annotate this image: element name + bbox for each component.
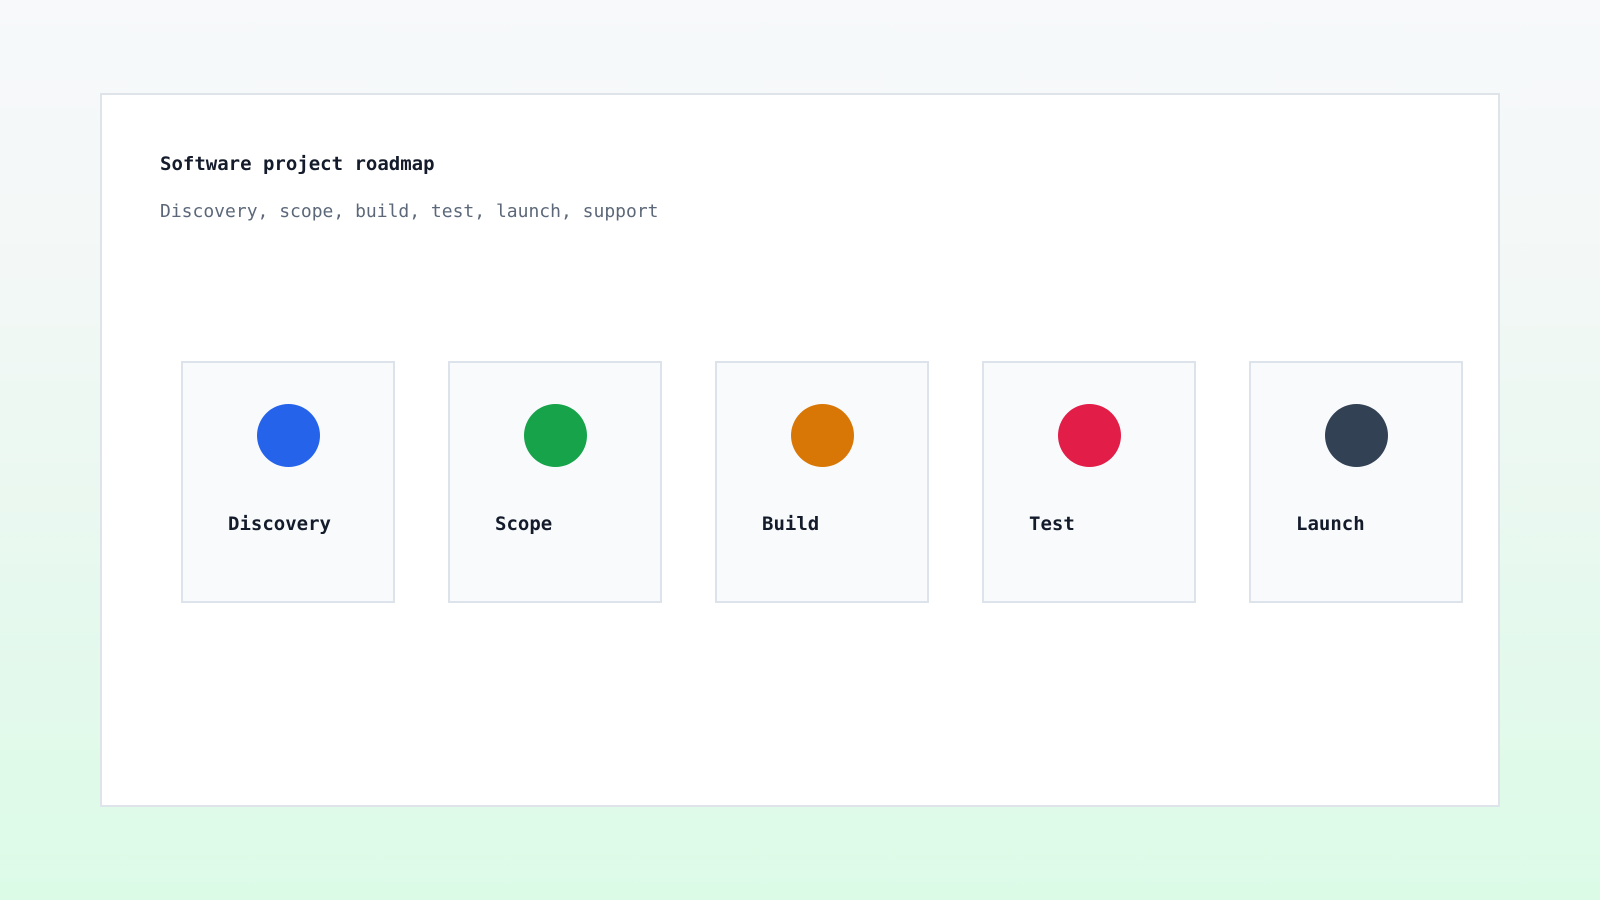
stage-dot-launch — [1325, 404, 1388, 467]
roadmap-panel: Software project roadmap Discovery, scop… — [100, 93, 1500, 807]
stage-label-build: Build — [762, 513, 820, 535]
stage-dot-scope — [524, 404, 587, 467]
stage-label-discovery: Discovery — [228, 513, 331, 535]
stage-label-scope: Scope — [495, 513, 553, 535]
stage-row: Discovery Scope Build Test Launch — [181, 361, 1464, 603]
stage-card-discovery: Discovery — [181, 361, 395, 603]
stage-card-launch: Launch — [1249, 361, 1463, 603]
page-title: Software project roadmap — [160, 153, 435, 175]
stage-label-test: Test — [1029, 513, 1075, 535]
stage-label-launch: Launch — [1296, 513, 1365, 535]
stage-dot-test — [1058, 404, 1121, 467]
stage-dot-build — [791, 404, 854, 467]
stage-dot-discovery — [257, 404, 320, 467]
page-subtitle: Discovery, scope, build, test, launch, s… — [160, 201, 659, 222]
stage-card-build: Build — [715, 361, 929, 603]
stage-card-scope: Scope — [448, 361, 662, 603]
stage-card-test: Test — [982, 361, 1196, 603]
